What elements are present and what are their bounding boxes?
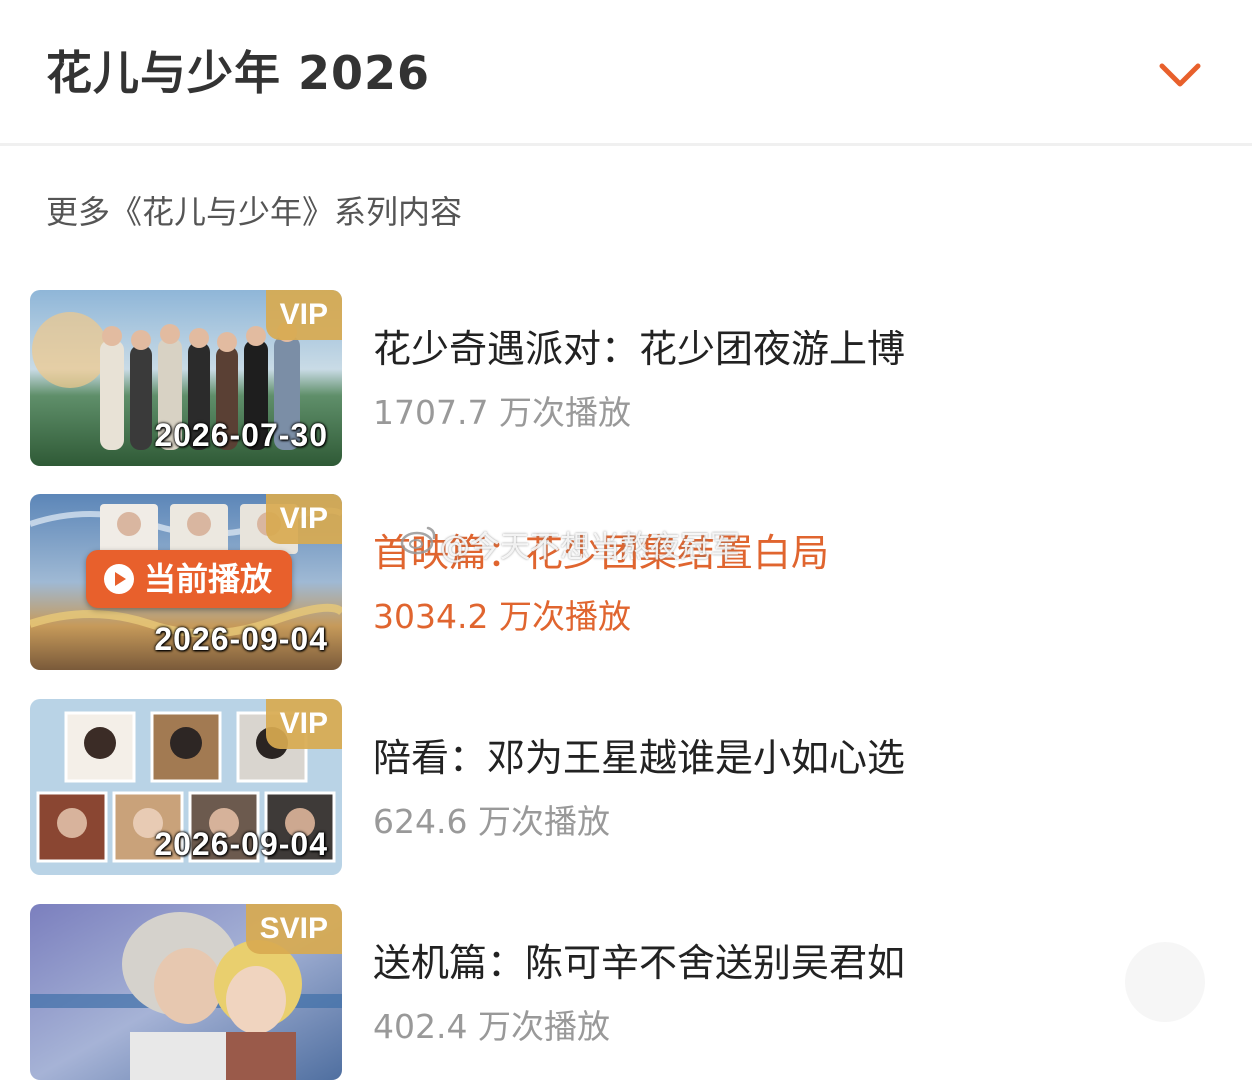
episode-title[interactable]: 陪看：邓为王星越谁是小如心选 <box>373 733 905 783</box>
now-playing-button[interactable]: 当前播放 <box>86 550 293 608</box>
page-title: 花儿与少年 2026 <box>46 46 431 100</box>
now-playing-label: 当前播放 <box>144 560 273 598</box>
episode-views: 624.6 万次播放 <box>373 802 610 841</box>
section-title: 更多《花儿与少年》系列内容 <box>46 193 463 231</box>
episode-item[interactable]: VIP 2026-07-30 花少奇遇派对：花少团夜游上博 1707.7 万次播… <box>0 290 1252 468</box>
episode-views: 3034.2 万次播放 <box>373 597 631 636</box>
vip-badge: VIP <box>265 494 342 544</box>
weibo-logo-icon <box>400 526 436 555</box>
play-circle-icon <box>104 564 134 594</box>
svip-badge: SVIP <box>245 904 342 954</box>
vip-badge: VIP <box>265 699 342 749</box>
episode-title[interactable]: 首映篇：花少团集结置白局 <box>373 528 829 578</box>
episode-thumbnail[interactable]: 当前播放 VIP 2026-09-04 <box>30 494 342 670</box>
episode-thumbnail[interactable]: VIP 2026-09-04 <box>30 699 342 875</box>
episode-views: 402.4 万次播放 <box>373 1007 610 1046</box>
floating-button[interactable] <box>1125 942 1205 1022</box>
episode-date: 2026-09-04 <box>154 621 328 657</box>
episode-views: 1707.7 万次播放 <box>373 393 631 432</box>
episode-title[interactable]: 花少奇遇派对：花少团夜游上博 <box>373 324 905 374</box>
episode-item-active[interactable]: 当前播放 VIP 2026-09-04 首映篇：花少团集结置白局 3034.2 … <box>0 494 1252 672</box>
vip-badge: VIP <box>265 290 342 340</box>
episode-item[interactable]: VIP 2026-09-04 陪看：邓为王星越谁是小如心选 624.6 万次播放 <box>0 699 1252 877</box>
episode-date: 2026-09-04 <box>154 826 328 862</box>
episode-thumbnail[interactable]: VIP 2026-07-30 <box>30 290 342 466</box>
episode-title[interactable]: 送机篇：陈可辛不舍送别吴君如 <box>373 938 905 988</box>
chevron-down-icon[interactable] <box>1150 46 1210 106</box>
episode-date: 2026-07-30 <box>154 417 328 453</box>
episode-thumbnail[interactable]: SVIP <box>30 904 342 1080</box>
page-header: 花儿与少年 2026 <box>0 0 1252 146</box>
episode-item[interactable]: SVIP 送机篇：陈可辛不舍送别吴君如 402.4 万次播放 <box>0 904 1252 1082</box>
